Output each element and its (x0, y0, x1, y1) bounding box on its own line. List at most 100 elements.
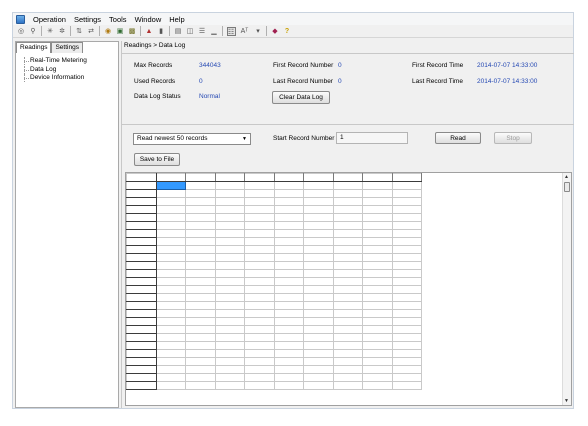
grid-cell[interactable] (273, 261, 304, 270)
grid-cell[interactable] (391, 261, 422, 270)
row-header[interactable] (126, 221, 157, 230)
connect-icon[interactable]: ◎ (17, 27, 26, 36)
row-header[interactable] (126, 197, 157, 206)
grid-cell[interactable] (273, 293, 304, 302)
grid-cell[interactable] (332, 197, 363, 206)
tool-4-icon[interactable]: ✲ (58, 27, 67, 36)
grid-cell[interactable] (303, 245, 334, 254)
row-header[interactable] (126, 309, 157, 318)
scroll-up-icon[interactable]: ▲ (564, 174, 569, 180)
grid-cell[interactable] (244, 221, 275, 230)
grid-cell[interactable] (273, 197, 304, 206)
grid-cell[interactable] (332, 205, 363, 214)
row-header[interactable] (126, 285, 157, 294)
grid-cell[interactable] (332, 285, 363, 294)
grid-cell[interactable] (273, 237, 304, 246)
column-header[interactable] (244, 173, 275, 182)
grid-cell[interactable] (391, 181, 422, 190)
grid-cell[interactable] (155, 365, 186, 374)
grid-cell[interactable] (391, 213, 422, 222)
grid-cell[interactable] (332, 237, 363, 246)
row-header[interactable] (126, 277, 157, 286)
grid-cell[interactable] (214, 309, 245, 318)
grid-cell[interactable] (362, 181, 393, 190)
scroll-thumb[interactable] (564, 182, 570, 192)
font-icon[interactable]: Aᵀ (239, 27, 251, 36)
row-header[interactable] (126, 381, 157, 390)
grid-cell[interactable] (332, 341, 363, 350)
grid-cell[interactable] (332, 213, 363, 222)
grid-cell[interactable] (362, 317, 393, 326)
grid-cell[interactable] (332, 333, 363, 342)
column-header[interactable] (273, 173, 304, 182)
grid-cell[interactable] (391, 365, 422, 374)
grid-cell[interactable] (155, 237, 186, 246)
grid-cell[interactable] (332, 253, 363, 262)
grid-cell[interactable] (391, 309, 422, 318)
grid-cell[interactable] (391, 381, 422, 390)
grid-cell[interactable] (155, 245, 186, 254)
read-mode-select[interactable]: Read newest 50 records ▼ (133, 133, 251, 145)
grid-cell[interactable] (332, 381, 363, 390)
grid-cell[interactable] (185, 293, 216, 302)
grid-cell[interactable] (332, 301, 363, 310)
row-header[interactable] (126, 365, 157, 374)
tree-item-device-information[interactable]: Device Information (22, 74, 87, 83)
grid-cell[interactable] (214, 253, 245, 262)
row-header[interactable] (126, 189, 157, 198)
grid-cell[interactable] (391, 245, 422, 254)
grid-cell[interactable] (214, 213, 245, 222)
grid-cell[interactable] (185, 261, 216, 270)
grid-cell[interactable] (303, 261, 334, 270)
dropdown-icon[interactable]: ▾ (254, 27, 263, 36)
grid-cell[interactable] (273, 309, 304, 318)
grid-cell[interactable] (273, 373, 304, 382)
grid-cell[interactable] (155, 317, 186, 326)
grid-cell[interactable] (362, 381, 393, 390)
grid-cell[interactable] (362, 221, 393, 230)
grid-cell[interactable] (185, 325, 216, 334)
menu-window[interactable]: Window (135, 15, 162, 24)
globe-icon[interactable]: ◉ (104, 27, 113, 36)
grid-cell[interactable] (185, 221, 216, 230)
grid-cell[interactable] (391, 301, 422, 310)
read-button[interactable]: Read (435, 132, 481, 144)
row-header[interactable] (126, 229, 157, 238)
grid-cell[interactable] (185, 277, 216, 286)
grid-cell[interactable] (244, 237, 275, 246)
grid-cell[interactable] (214, 357, 245, 366)
grid-cell[interactable] (332, 325, 363, 334)
grid-cell[interactable] (332, 245, 363, 254)
grid-cell[interactable] (273, 349, 304, 358)
grid-cell[interactable] (362, 341, 393, 350)
grid-cell[interactable] (332, 181, 363, 190)
grid-cell[interactable] (391, 277, 422, 286)
grid-cell[interactable] (273, 181, 304, 190)
grid-cell[interactable] (155, 309, 186, 318)
grid-cell[interactable] (244, 285, 275, 294)
grid-cell[interactable] (303, 365, 334, 374)
grid-cell[interactable] (214, 245, 245, 254)
grid-cell[interactable] (244, 189, 275, 198)
grid-cell[interactable] (214, 285, 245, 294)
grid-cell[interactable] (155, 357, 186, 366)
grid-cell[interactable] (214, 293, 245, 302)
row-header[interactable] (126, 333, 157, 342)
row-header[interactable] (126, 205, 157, 214)
grid-cell[interactable] (391, 229, 422, 238)
tool-5-icon[interactable]: ⇅ (75, 27, 84, 36)
row-header[interactable] (126, 245, 157, 254)
grid-cell[interactable] (214, 373, 245, 382)
grid-cell[interactable] (155, 373, 186, 382)
grid-cell[interactable] (214, 349, 245, 358)
grid-cell[interactable] (303, 205, 334, 214)
grid-cell[interactable] (185, 365, 216, 374)
grid-cell[interactable] (155, 269, 186, 278)
row-header[interactable] (126, 293, 157, 302)
grid-cell[interactable] (244, 181, 275, 190)
grid-cell[interactable] (214, 189, 245, 198)
grid-cell[interactable] (214, 333, 245, 342)
tab-settings[interactable]: Settings (51, 42, 83, 53)
grid-cell[interactable] (214, 301, 245, 310)
grid-cell[interactable] (155, 341, 186, 350)
